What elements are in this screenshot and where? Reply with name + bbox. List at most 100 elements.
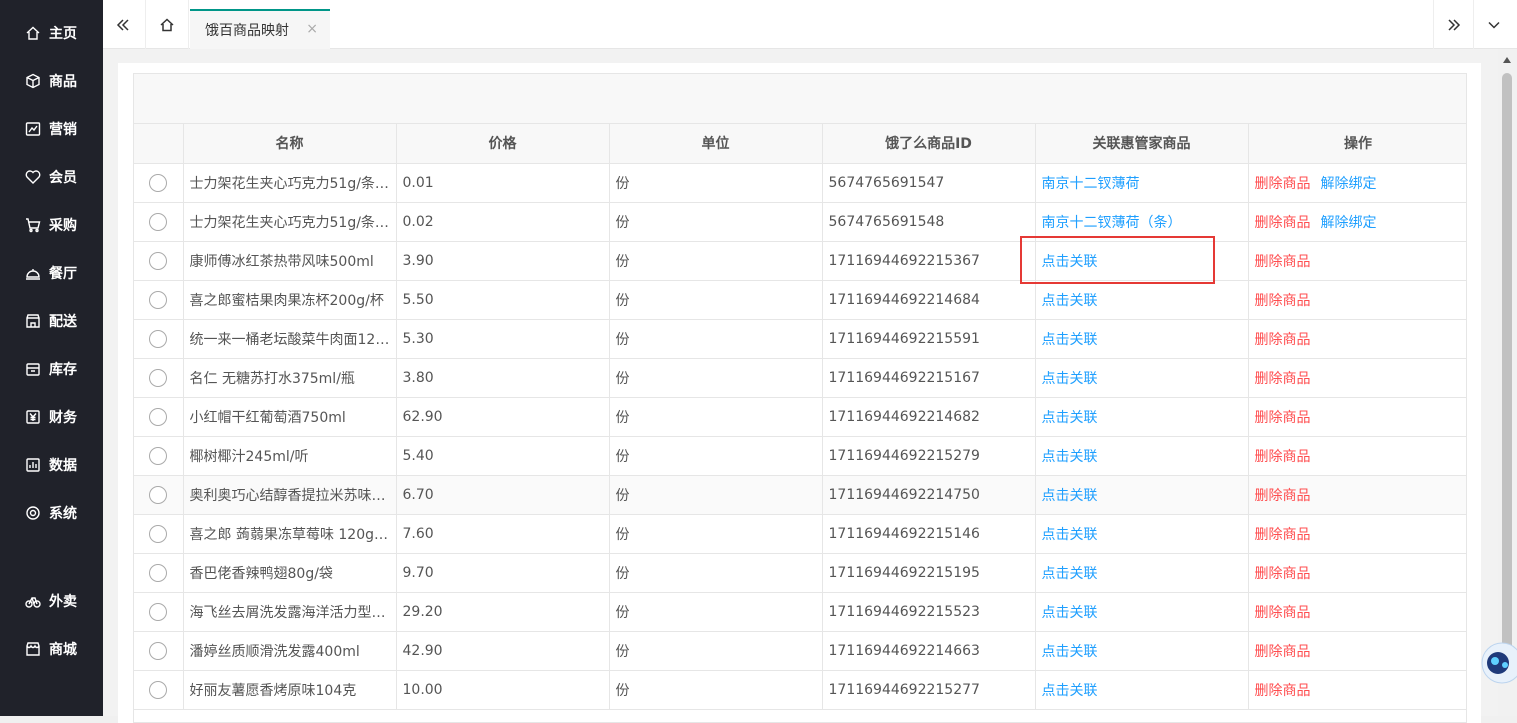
row-select-cell[interactable]	[134, 397, 184, 437]
scroll-up-arrow-icon[interactable]	[1503, 57, 1511, 63]
row-select-cell[interactable]	[134, 670, 184, 710]
link-product-button[interactable]: 点击关联	[1042, 644, 1098, 660]
row-radio[interactable]	[149, 173, 168, 192]
delete-product-button[interactable]: 删除商品	[1255, 488, 1311, 504]
row-select-cell[interactable]	[134, 202, 184, 242]
link-product-button[interactable]: 点击关联	[1042, 293, 1098, 309]
link-product-button[interactable]: 点击关联	[1042, 254, 1098, 270]
table-row[interactable]: 喜之郎蜜桔果肉果冻杯200g/杯 5.50 份 17116944692214684 点击…	[134, 280, 1466, 320]
sidebar-item-8[interactable]: 财务	[0, 393, 103, 441]
row-radio[interactable]	[149, 563, 168, 582]
sidebar-item-label: 库存	[49, 362, 77, 378]
row-radio[interactable]	[149, 602, 168, 621]
table-row[interactable]: 好丽友薯愿香烤原味104克 10.00 份 17116944692215277 点击关联…	[134, 670, 1466, 710]
row-radio[interactable]	[149, 290, 168, 309]
table-row[interactable]: 小红帽干红葡萄酒750ml 62.90 份 17116944692214682 点击关联…	[134, 397, 1466, 437]
link-product-button[interactable]: 点击关联	[1042, 605, 1098, 621]
link-product-button[interactable]: 点击关联	[1042, 371, 1098, 387]
collapse-left-button[interactable]	[103, 0, 143, 49]
delete-product-button[interactable]: 删除商品	[1255, 176, 1311, 192]
row-select-cell[interactable]	[134, 319, 184, 359]
vertical-scrollbar[interactable]	[1498, 49, 1517, 716]
close-icon[interactable]: ×	[306, 21, 318, 37]
link-product-button[interactable]: 南京十二钗薄荷	[1042, 176, 1140, 192]
link-product-button[interactable]: 点击关联	[1042, 527, 1098, 543]
sidebar-item-12[interactable]: 商城	[0, 625, 103, 673]
table-row[interactable]: 海飞丝去屑洗发露海洋活力型… 29.20 份 17116944692215523 点击关…	[134, 592, 1466, 632]
delete-product-button[interactable]: 删除商品	[1255, 215, 1311, 231]
row-select-cell[interactable]	[134, 592, 184, 632]
home-tab-button[interactable]	[145, 0, 189, 49]
cell-name: 喜之郎 蒟蒻果冻草莓味 120g/袋	[183, 514, 397, 554]
table-row[interactable]: 奥利奥巧心结醇香提拉米苏味… 6.70 份 17116944692214750 点击关联…	[134, 475, 1466, 515]
delete-product-button[interactable]: 删除商品	[1255, 527, 1311, 543]
row-select-cell[interactable]	[134, 280, 184, 320]
row-radio[interactable]	[149, 524, 168, 543]
link-product-button[interactable]: 点击关联	[1042, 488, 1098, 504]
sidebar-item-0[interactable]: 主页	[0, 9, 103, 57]
unbind-button[interactable]: 解除绑定	[1321, 176, 1377, 192]
row-select-cell[interactable]	[134, 163, 184, 203]
delete-product-button[interactable]: 删除商品	[1255, 644, 1311, 660]
sidebar-item-2[interactable]: 营销	[0, 105, 103, 153]
row-select-cell[interactable]	[134, 241, 184, 281]
unbind-button[interactable]: 解除绑定	[1321, 215, 1377, 231]
table-row[interactable]: 喜之郎 蒟蒻果冻草莓味 120g/袋 7.60 份 17116944692215146…	[134, 514, 1466, 554]
tab-menu-dropdown[interactable]	[1473, 0, 1513, 49]
table-row[interactable]: 士力架花生夹心巧克力51g/条-20 0.02 份 5674765691548 南京十二…	[134, 202, 1466, 242]
sidebar-item-11[interactable]: 外卖	[0, 577, 103, 625]
sidebar-item-5[interactable]: 餐厅	[0, 249, 103, 297]
table-row[interactable]: 康师傅冰红茶热带风味500ml 3.90 份 17116944692215367 点击关…	[134, 241, 1466, 281]
delete-product-button[interactable]: 删除商品	[1255, 332, 1311, 348]
row-radio[interactable]	[149, 407, 168, 426]
delete-product-button[interactable]: 删除商品	[1255, 566, 1311, 582]
delete-product-button[interactable]: 删除商品	[1255, 605, 1311, 621]
sidebar-item-1[interactable]: 商品	[0, 57, 103, 105]
sidebar-item-6[interactable]: 配送	[0, 297, 103, 345]
row-radio[interactable]	[149, 251, 168, 270]
link-product-button[interactable]: 南京十二钗薄荷（条）	[1042, 215, 1182, 231]
link-product-button[interactable]: 点击关联	[1042, 449, 1098, 465]
delete-product-button[interactable]: 删除商品	[1255, 371, 1311, 387]
table-row[interactable]: 统一来一桶老坛酸菜牛肉面127g 5.30 份 17116944692215591 点击…	[134, 319, 1466, 359]
table-row[interactable]: 潘婷丝质顺滑洗发露400ml 42.90 份 17116944692214663 点击关…	[134, 631, 1466, 671]
delete-product-button[interactable]: 删除商品	[1255, 293, 1311, 309]
table-row[interactable]: 椰树椰汁245ml/听 5.40 份 17116944692215279 点击关联 删除商…	[134, 436, 1466, 476]
sidebar-item-4[interactable]: 采购	[0, 201, 103, 249]
row-select-cell[interactable]	[134, 553, 184, 593]
delete-product-button[interactable]: 删除商品	[1255, 683, 1311, 699]
cell-linked-product: 点击关联	[1035, 670, 1249, 710]
row-select-cell[interactable]	[134, 475, 184, 515]
scroll-thumb[interactable]	[1502, 73, 1512, 673]
row-select-cell[interactable]	[134, 514, 184, 554]
tab-label: 饿百商品映射	[205, 23, 289, 39]
row-radio[interactable]	[149, 680, 168, 699]
table-row[interactable]: 香巴佬香辣鸭翅80g/袋 9.70 份 17116944692215195 点击关联 删除…	[134, 553, 1466, 593]
tab-ebai-product-mapping[interactable]: 饿百商品映射 ×	[190, 9, 330, 49]
table-row[interactable]: 名仁 无糖苏打水375ml/瓶 3.80 份 17116944692215167 点击关…	[134, 358, 1466, 398]
delete-product-button[interactable]: 删除商品	[1255, 254, 1311, 270]
sidebar-item-3[interactable]: 会员	[0, 153, 103, 201]
row-radio[interactable]	[149, 329, 168, 348]
assistant-robot-icon[interactable]	[1478, 618, 1517, 688]
link-product-button[interactable]: 点击关联	[1042, 332, 1098, 348]
row-select-cell[interactable]	[134, 358, 184, 398]
delete-product-button[interactable]: 删除商品	[1255, 410, 1311, 426]
sidebar-item-7[interactable]: 库存	[0, 345, 103, 393]
row-radio[interactable]	[149, 641, 168, 660]
link-product-button[interactable]: 点击关联	[1042, 566, 1098, 582]
sidebar-item-9[interactable]: 数据	[0, 441, 103, 489]
link-product-button[interactable]: 点击关联	[1042, 410, 1098, 426]
scroll-right-button[interactable]	[1433, 0, 1473, 49]
row-radio[interactable]	[149, 446, 168, 465]
cell-unit: 份	[609, 358, 823, 398]
row-radio[interactable]	[149, 212, 168, 231]
row-select-cell[interactable]	[134, 631, 184, 671]
row-radio[interactable]	[149, 368, 168, 387]
row-select-cell[interactable]	[134, 436, 184, 476]
delete-product-button[interactable]: 删除商品	[1255, 449, 1311, 465]
table-row[interactable]: 士力架花生夹心巧克力51g/条-10 0.01 份 5674765691547 南京十二…	[134, 163, 1466, 203]
row-radio[interactable]	[149, 485, 168, 504]
link-product-button[interactable]: 点击关联	[1042, 683, 1098, 699]
sidebar-item-10[interactable]: 系统	[0, 489, 103, 537]
